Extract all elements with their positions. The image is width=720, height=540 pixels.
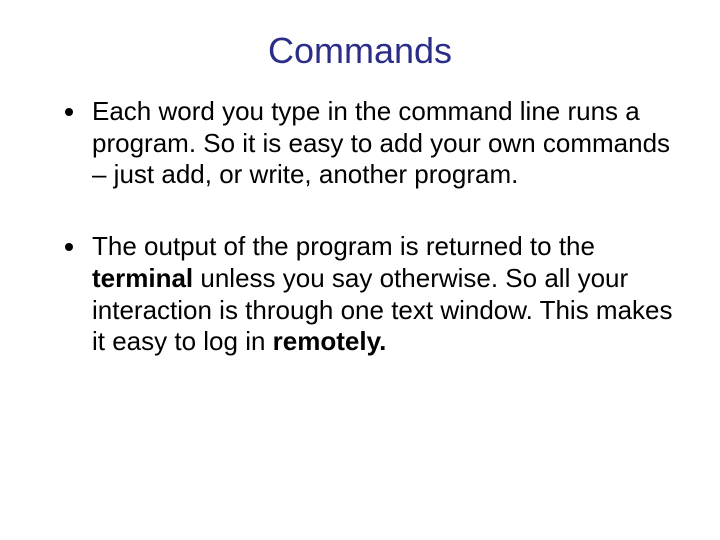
- bullet-item: The output of the program is returned to…: [88, 231, 680, 358]
- text-segment: The output of the program is returned to…: [92, 231, 595, 261]
- bullet-item: Each word you type in the command line r…: [88, 96, 680, 191]
- text-segment: remotely.: [273, 326, 387, 356]
- text-segment: terminal: [92, 263, 193, 293]
- slide-title: Commands: [40, 30, 680, 72]
- slide: Commands Each word you type in the comma…: [0, 0, 720, 540]
- text-segment: Each word you type in the command line r…: [92, 96, 670, 189]
- bullet-list: Each word you type in the command line r…: [40, 96, 680, 358]
